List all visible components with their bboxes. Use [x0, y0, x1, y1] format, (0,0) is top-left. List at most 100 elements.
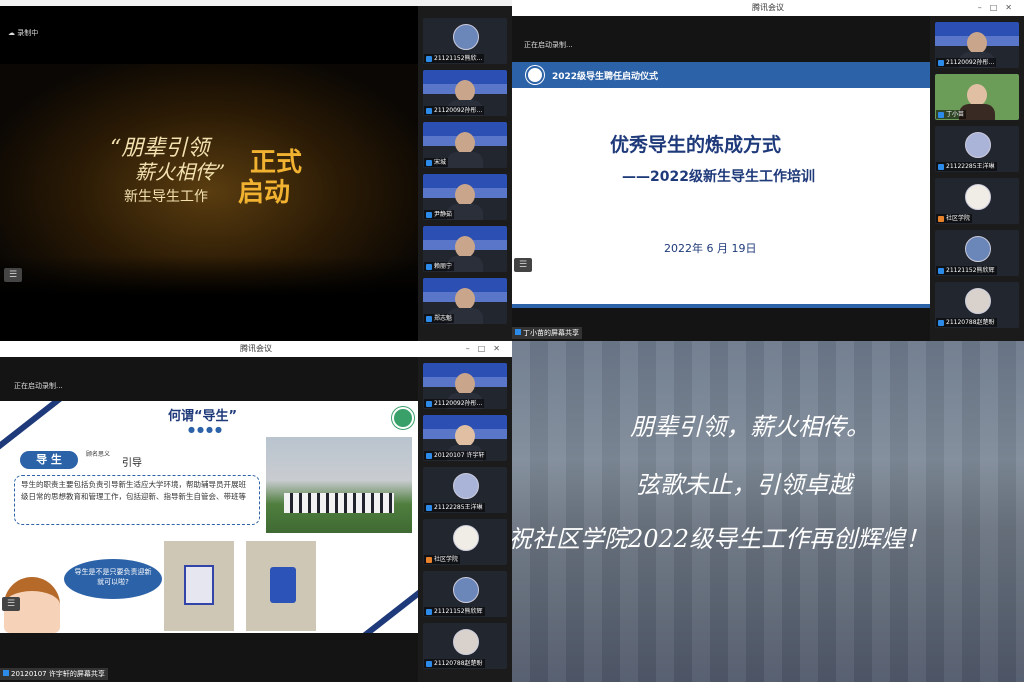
- participant-name: 21122285王洋琳: [946, 163, 995, 170]
- window-controls[interactable]: –□✕: [978, 0, 1020, 16]
- participant-video[interactable]: 社区学院: [423, 519, 507, 565]
- tag-word: 引导: [122, 458, 142, 469]
- mic-icon: [515, 329, 521, 335]
- slide-title: 优秀导生的炼成方式: [610, 134, 782, 156]
- participant-video[interactable]: 21120092孙彤...: [935, 22, 1019, 68]
- meeting-window-3: 腾讯会议 –□✕ 正在启动录制... 何谓“导生” ●●●● 导 生 顾名思义 …: [0, 341, 512, 682]
- participant-video[interactable]: 21120092孙彤...: [423, 363, 507, 409]
- lanyard-photo-2: [246, 541, 316, 631]
- participant-video[interactable]: 21122285王洋琳: [423, 467, 507, 513]
- menu-button[interactable]: ☰: [514, 258, 532, 272]
- slide-date: 2022年 6 月 19日: [664, 242, 757, 255]
- tag-small: 顾名思义: [86, 451, 111, 458]
- participant-name: 21120092孙彤...: [434, 400, 483, 407]
- banner-line3: 新生导生工作: [124, 189, 208, 205]
- closing-line-3: 祝社区学院2022级导生工作再创辉煌！: [512, 525, 930, 553]
- video-stage: ☁ 录制中 “朋辈引领 薪火相传” 新生导生工作 正式 启动 ☰: [0, 6, 418, 341]
- participant-video[interactable]: 丁小苗: [935, 74, 1019, 120]
- share-label: 20120107 许宇轩的屏幕共享: [0, 668, 108, 680]
- slide-header-bar: 2022级导生聘任启动仪式: [512, 62, 930, 88]
- participant-video[interactable]: 21121152熊欣辉: [423, 571, 507, 617]
- mic-icon: [426, 107, 432, 114]
- mic-icon: [426, 159, 432, 166]
- share-stage: 正在启动录制... 何谓“导生” ●●●● 导 生 顾名思义 引导 导生的职责主…: [0, 357, 418, 682]
- participant-video[interactable]: 郑志魁: [423, 278, 507, 324]
- participant-video[interactable]: 社区学院: [935, 178, 1019, 224]
- participant-name: 21121152熊欣辉: [434, 608, 483, 615]
- participant-name: 尹静茹: [434, 211, 453, 218]
- share-label: 丁小苗的屏幕共享: [512, 327, 582, 339]
- participant-video[interactable]: 21120788赵楚盼: [423, 623, 507, 669]
- title-bar: 腾讯会议 –□✕: [512, 0, 1024, 16]
- shared-slide: 2022级导生聘任启动仪式 优秀导生的炼成方式 ——2022级新生导生工作培训 …: [512, 62, 930, 308]
- recording-status: 录制中: [17, 29, 39, 37]
- lanyard-photo-1: [164, 541, 234, 631]
- participant-name: 21121152熊欣...: [434, 55, 483, 62]
- photo-group: [266, 437, 412, 533]
- corner-logo-icon: [392, 407, 414, 429]
- speech-bubble: 导生是不是只要负责迎新就可以啦?: [64, 559, 162, 599]
- banner-image: “朋辈引领 薪火相传” 新生导生工作 正式 启动: [0, 64, 418, 296]
- bubble-text: 导生是不是只要负责迎新就可以啦?: [74, 568, 152, 586]
- meeting-window-1: ☁ 录制中 “朋辈引领 薪火相传” 新生导生工作 正式 启动 ☰ 2112115…: [0, 0, 512, 341]
- participant-name: 郑志魁: [434, 315, 453, 322]
- mic-icon: [426, 55, 432, 62]
- recording-indicator: ☁ 录制中: [8, 28, 38, 38]
- banner-line2: 薪火相传”: [135, 160, 226, 184]
- mic-icon: [3, 670, 9, 676]
- participant-name: 21120092孙彤...: [946, 59, 995, 66]
- participant-sidebar: 21121152熊欣... 21120092孙彤... 宋城 尹静茹 赖丽宁 郑…: [418, 6, 512, 341]
- menu-button[interactable]: ☰: [4, 268, 22, 282]
- window-title: 腾讯会议: [240, 344, 272, 353]
- participant-name: 21120788赵楚盼: [946, 319, 995, 326]
- closing-line-2: 弦歌未止，引领卓越: [636, 471, 852, 499]
- share-stage: 正在启动录制... 2022级导生聘任启动仪式 优秀导生的炼成方式 ——2022…: [512, 16, 930, 341]
- shared-slide: 何谓“导生” ●●●● 导 生 顾名思义 引导 导生的职责主要包括负责引导新生适…: [0, 401, 418, 633]
- mic-icon: [426, 263, 432, 270]
- participant-video[interactable]: 21121152熊欣辉: [935, 230, 1019, 276]
- participant-video[interactable]: 尹静茹: [423, 174, 507, 220]
- participant-sidebar: 21120092孙彤... 丁小苗 21122285王洋琳 社区学院 21121…: [930, 16, 1024, 341]
- participant-name: 社区学院: [434, 556, 459, 563]
- school-logo-icon: [526, 66, 544, 84]
- corner-stripe-right: [358, 587, 418, 633]
- slide-subtitle: ——2022级新生导生工作培训: [622, 169, 815, 185]
- participant-name: 社区学院: [946, 215, 971, 222]
- slide-title: 何谓“导生”: [168, 409, 238, 424]
- banner-right2: 启动: [238, 178, 291, 208]
- participant-video[interactable]: 21120788赵楚盼: [935, 282, 1019, 328]
- closing-image: 朋辈引领，薪火相传。 弦歌未止，引领卓越 祝社区学院2022级导生工作再创辉煌！: [512, 341, 1024, 682]
- participant-video[interactable]: 赖丽宁: [423, 226, 507, 272]
- share-label-text: 20120107 许宇轩的屏幕共享: [11, 670, 105, 678]
- share-label-text: 丁小苗的屏幕共享: [523, 329, 579, 337]
- participant-name: 丁小苗: [946, 111, 965, 118]
- slide-header: 2022级导生聘任启动仪式: [552, 72, 659, 82]
- participant-video[interactable]: 宋城: [423, 122, 507, 168]
- participant-name: 20120107 许宇轩: [434, 452, 485, 459]
- participant-video[interactable]: 21121152熊欣...: [423, 18, 507, 64]
- recording-status: 正在启动录制...: [524, 41, 573, 49]
- participant-video[interactable]: 20120107 许宇轩: [423, 415, 507, 461]
- menu-button[interactable]: ☰: [2, 597, 20, 611]
- title-dots: ●●●●: [188, 425, 224, 434]
- recording-status: 正在启动录制...: [14, 382, 63, 390]
- corner-stripe: [0, 401, 63, 457]
- mic-icon: [426, 315, 432, 322]
- participant-name: 21120788赵楚盼: [434, 660, 483, 667]
- participant-name: 宋城: [434, 159, 447, 166]
- participant-name: 21122285王洋琳: [434, 504, 483, 511]
- window-controls[interactable]: –□✕: [466, 341, 508, 357]
- participant-sidebar: 21120092孙彤... 20120107 许宇轩 21122285王洋琳 社…: [418, 357, 512, 682]
- title-bar: 腾讯会议 –□✕: [0, 341, 512, 357]
- photo-overlay: [512, 341, 1024, 682]
- participant-video[interactable]: 21122285王洋琳: [935, 126, 1019, 172]
- window-title: 腾讯会议: [752, 3, 784, 12]
- closing-line-1: 朋辈引领，薪火相传。: [630, 413, 870, 441]
- participant-video[interactable]: 21120092孙彤...: [423, 70, 507, 116]
- mic-icon: [426, 211, 432, 218]
- participant-name: 21120092孙彤...: [434, 107, 483, 114]
- participant-name: 赖丽宁: [434, 263, 453, 270]
- meeting-window-2: 腾讯会议 –□✕ 正在启动录制... 2022级导生聘任启动仪式 优秀导生的炼成…: [512, 0, 1024, 341]
- cloud-icon: ☁: [8, 29, 15, 37]
- description: 导生的职责主要包括负责引导新生适应大学环境，帮助辅导员开展班级日常的思想教育和管…: [14, 475, 260, 525]
